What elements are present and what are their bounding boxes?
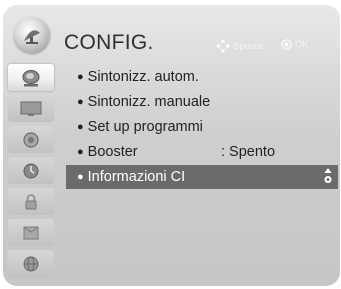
category-sidebar xyxy=(3,62,59,286)
sidebar-item-audio[interactable] xyxy=(8,126,54,153)
menu-item-booster[interactable]: ● Booster : Spento xyxy=(66,140,338,164)
bullet-icon: ● xyxy=(77,171,84,183)
sidebar-item-time[interactable] xyxy=(8,157,54,184)
option-box-icon xyxy=(23,226,39,239)
bullet-icon: ● xyxy=(77,146,84,158)
page-title: CONFIG. xyxy=(64,31,154,54)
move-hint: Sposta xyxy=(216,39,263,53)
menu-item-label: Sintonizz. autom. xyxy=(87,69,199,85)
up-down-arrows-icon xyxy=(324,168,332,183)
sidebar-item-lock[interactable] xyxy=(8,188,54,215)
antenna-dish-icon xyxy=(22,69,40,86)
bullet-icon: ● xyxy=(77,96,84,108)
ok-button-icon xyxy=(281,39,292,50)
sidebar-item-option[interactable] xyxy=(8,219,54,246)
ok-hint-label: OK xyxy=(295,39,309,50)
menu-item-auto-tuning[interactable]: ● Sintonizz. autom. xyxy=(66,65,338,89)
setup-icon xyxy=(14,17,50,53)
network-globe-icon xyxy=(23,256,39,271)
lock-icon xyxy=(25,193,37,209)
menu-header: CONFIG. Sposta OK xyxy=(3,5,340,62)
sidebar-item-picture[interactable] xyxy=(8,95,54,122)
menu-item-label: Set up programmi xyxy=(87,119,203,135)
menu-item-programme-setup[interactable]: ● Set up programmi xyxy=(66,115,338,139)
speaker-audio-icon xyxy=(23,131,39,148)
menu-panel: ● Sintonizz. autom. ● Sintonizz. manuale… xyxy=(66,62,340,286)
bullet-icon: ● xyxy=(77,121,84,133)
menu-item-label: Sintonizz. manuale xyxy=(87,94,211,110)
menu-item-manual-tuning[interactable]: ● Sintonizz. manuale xyxy=(66,90,338,114)
menu-item-ci-information[interactable]: ● Informazioni CI xyxy=(66,165,338,189)
bullet-icon: ● xyxy=(77,71,84,83)
sidebar-item-network[interactable] xyxy=(8,250,54,277)
menu-item-label: Booster xyxy=(87,144,138,160)
sidebar-item-setup[interactable] xyxy=(8,64,54,91)
picture-screen-icon xyxy=(20,101,42,116)
navigation-arrows-icon xyxy=(216,39,230,53)
booster-value: : Spento xyxy=(221,144,276,160)
clock-time-icon xyxy=(23,163,39,178)
ok-hint: OK xyxy=(281,39,309,50)
menu-item-label: Informazioni CI xyxy=(87,169,186,185)
move-hint-label: Sposta xyxy=(233,40,263,52)
settings-menu: CONFIG. Sposta OK ● Sintonizz. autom. ● … xyxy=(3,5,340,286)
